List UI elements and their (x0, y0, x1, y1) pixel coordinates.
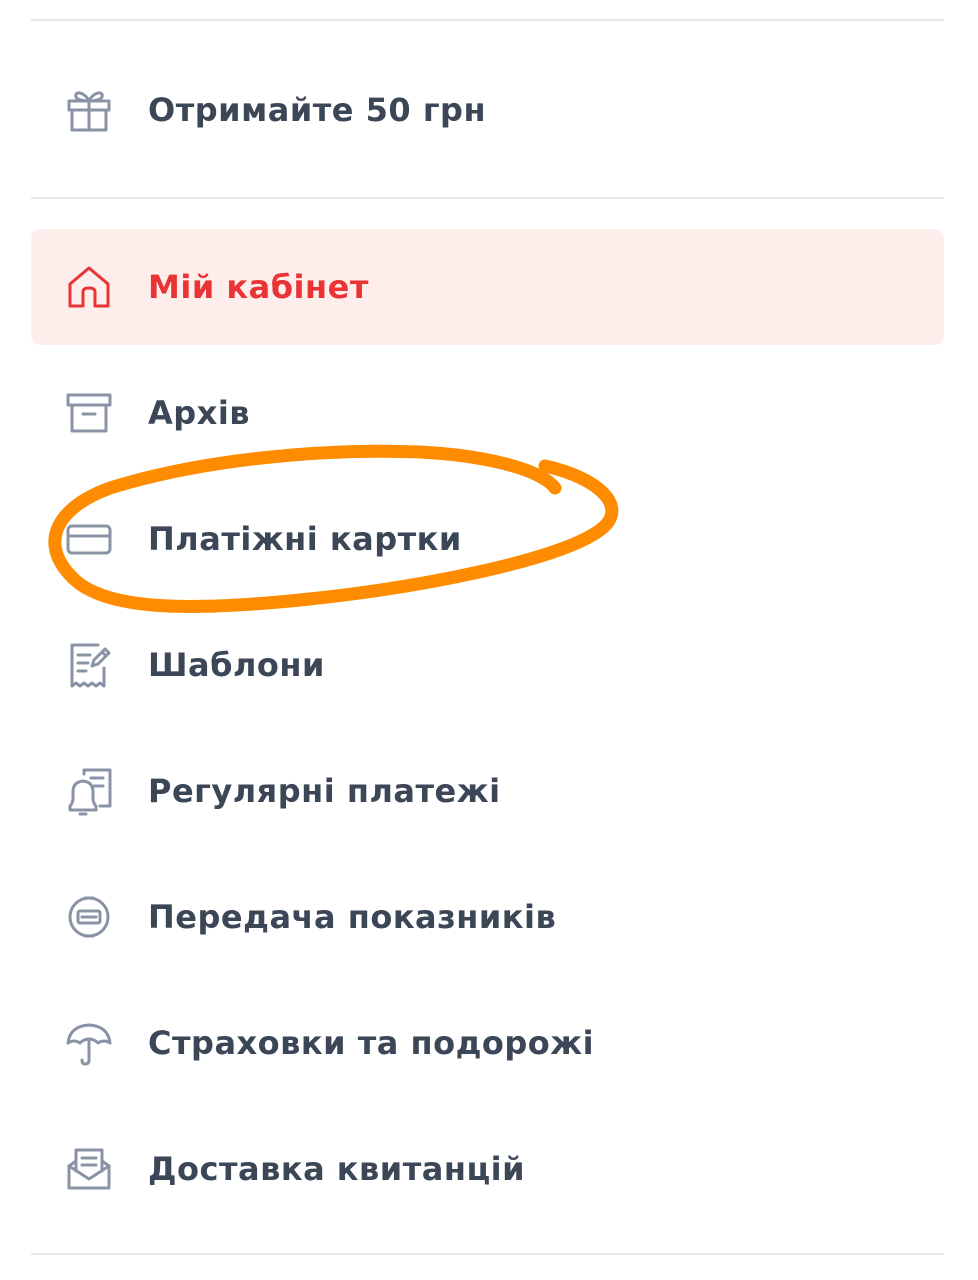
menu-item-label: Страховки та подорожі (148, 1024, 595, 1062)
menu-item-meter-readings[interactable]: Передача показників (31, 859, 944, 975)
menu-item-payment-cards[interactable]: Платіжні картки (31, 481, 944, 597)
credit-card-icon (64, 514, 114, 564)
menu-item-label: Платіжні картки (148, 520, 462, 558)
gift-icon (64, 85, 114, 135)
menu-item-label: Мій кабінет (148, 268, 369, 306)
menu-item-my-cabinet[interactable]: Мій кабінет (31, 229, 944, 345)
side-menu: Отримайте 50 грн Мій кабінет Архів Платі… (0, 0, 978, 1280)
menu-item-label: Передача показників (148, 898, 557, 936)
menu-item-get-50-uah[interactable]: Отримайте 50 грн (31, 52, 944, 168)
archive-icon (64, 388, 114, 438)
menu-item-label: Доставка квитанцій (148, 1150, 526, 1188)
menu-item-label: Шаблони (148, 646, 325, 684)
menu-item-templates[interactable]: Шаблони (31, 607, 944, 723)
menu-item-label: Архів (148, 394, 251, 432)
menu-item-insurance-travel[interactable]: Страховки та подорожі (31, 985, 944, 1101)
menu-item-label: Регулярні платежі (148, 772, 501, 810)
bottom-divider (31, 1253, 944, 1255)
umbrella-icon (64, 1018, 114, 1068)
receipt-delivery-icon (64, 1144, 114, 1194)
recurring-payments-bell-icon (64, 766, 114, 816)
menu-item-archive[interactable]: Архів (31, 355, 944, 471)
menu-item-receipt-delivery[interactable]: Доставка квитанцій (31, 1111, 944, 1227)
menu-item-recurring-payments[interactable]: Регулярні платежі (31, 733, 944, 849)
section-divider (31, 197, 944, 199)
top-divider (31, 19, 944, 21)
meter-readings-icon (64, 892, 114, 942)
home-icon (64, 262, 114, 312)
template-receipt-icon (64, 640, 114, 690)
menu-item-label: Отримайте 50 грн (148, 91, 487, 129)
